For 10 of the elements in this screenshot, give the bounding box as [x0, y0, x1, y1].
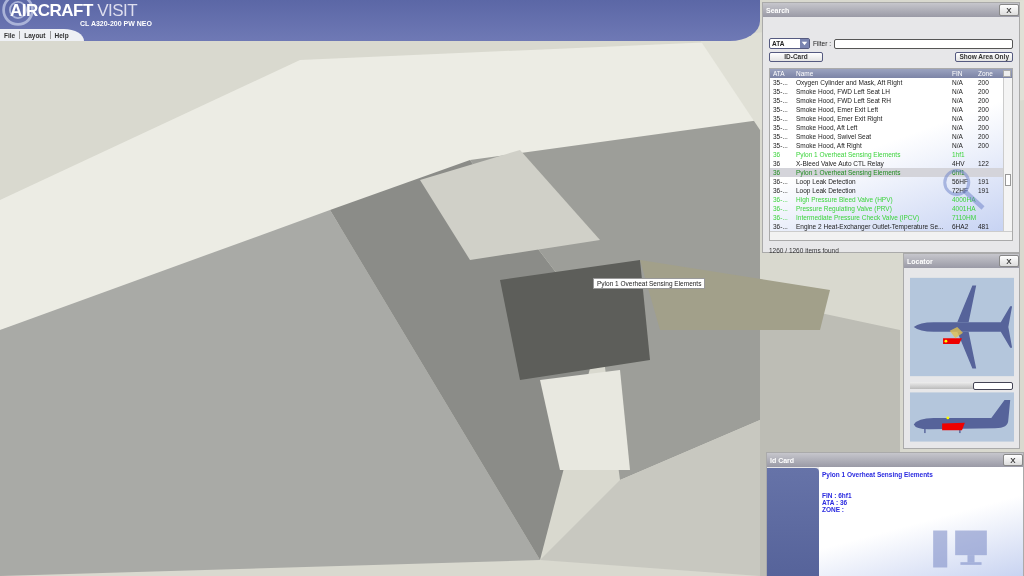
vertical-scrollbar[interactable]	[1003, 78, 1012, 231]
app-title: AIRCRAFT VISIT	[10, 2, 139, 20]
close-button[interactable]: X	[1003, 454, 1023, 466]
caret-icon	[799, 39, 809, 48]
view-splitter[interactable]	[910, 382, 1013, 389]
close-button[interactable]: X	[999, 4, 1019, 16]
close-button[interactable]: X	[999, 255, 1019, 267]
dropdown-handle[interactable]	[973, 382, 1013, 390]
filter-field[interactable]	[834, 38, 1013, 49]
horizontal-scrollbar[interactable]	[770, 231, 1012, 240]
